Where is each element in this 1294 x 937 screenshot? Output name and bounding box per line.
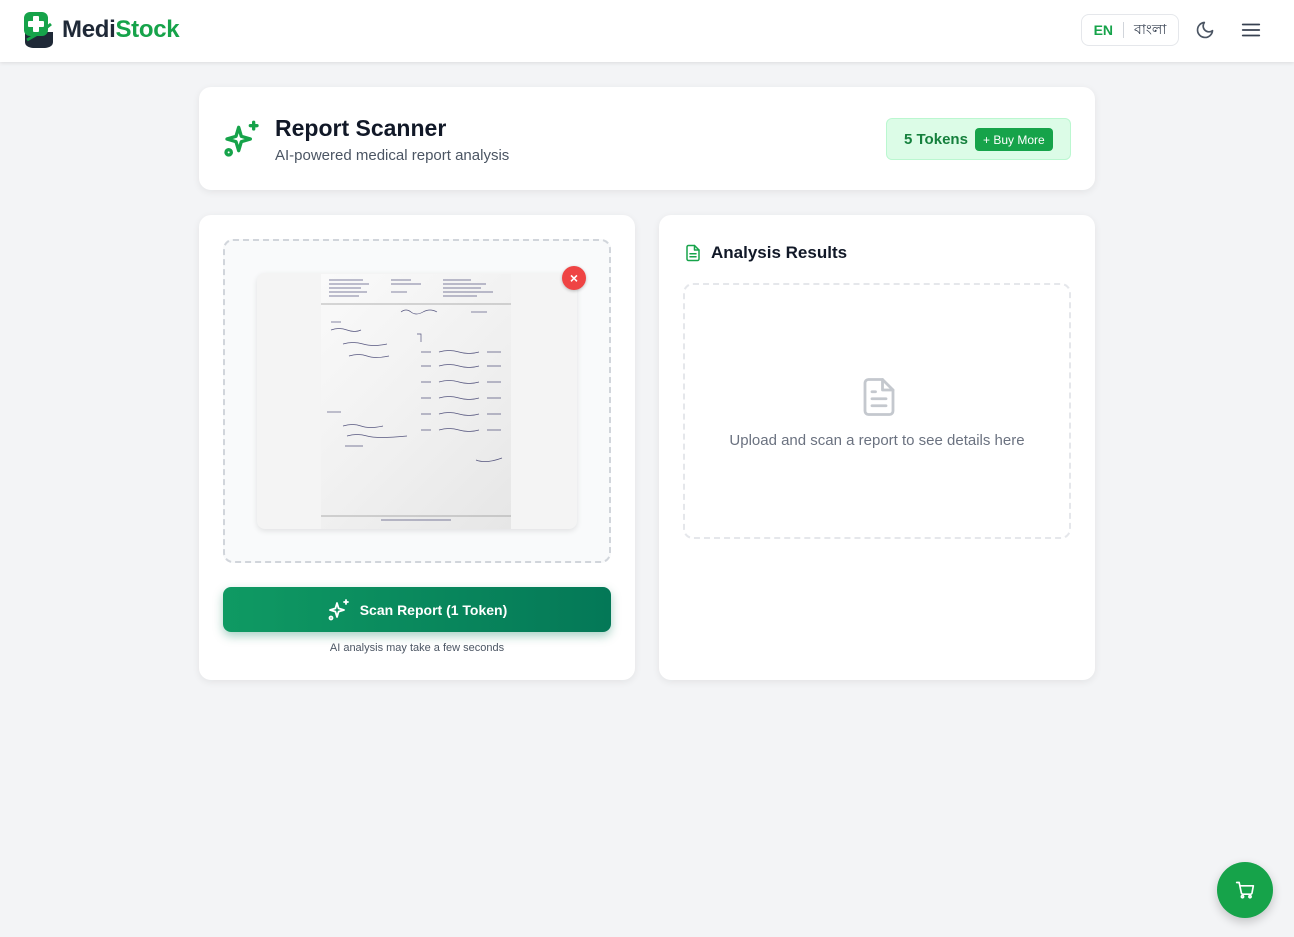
- theme-toggle-button[interactable]: [1191, 16, 1219, 44]
- cart-icon: [1235, 881, 1255, 899]
- report-image: [321, 274, 511, 529]
- page-title: Report Scanner: [275, 115, 447, 141]
- scanner-header-card: Report Scanner AI-powered medical report…: [199, 87, 1095, 190]
- brand-name-part1: Medi: [62, 16, 116, 43]
- results-empty-state: Upload and scan a report to see details …: [683, 283, 1071, 539]
- scan-report-button[interactable]: Scan Report (1 Token): [223, 587, 611, 632]
- language-switcher: EN বাংলা: [1081, 14, 1179, 46]
- document-icon: [686, 244, 700, 262]
- upload-card: × Scan Report (1 Token) AI analysis may …: [199, 215, 635, 680]
- brand-logo[interactable]: MediStock: [21, 10, 180, 50]
- remove-image-button[interactable]: ×: [562, 266, 586, 290]
- hamburger-menu-icon: [1241, 23, 1261, 37]
- results-title: Analysis Results: [711, 243, 848, 262]
- logo-icon: [24, 12, 53, 48]
- token-count: 5 Tokens: [904, 130, 968, 148]
- page-subtitle: AI-powered medical report analysis: [275, 147, 510, 164]
- results-card: Analysis Results Upload and scan a repor…: [659, 215, 1095, 680]
- scan-report-label: Scan Report (1 Token): [359, 601, 508, 618]
- sparkles-icon: [328, 598, 349, 620]
- results-header: Analysis Results: [684, 243, 847, 263]
- sparkles-icon: [224, 120, 259, 157]
- report-preview: [257, 273, 577, 529]
- results-empty-text: Upload and scan a report to see details …: [729, 432, 1025, 449]
- token-balance-badge: 5 Tokens + Buy More: [886, 118, 1071, 160]
- lang-en-option[interactable]: EN: [1094, 22, 1113, 38]
- lang-bn-option[interactable]: বাংলা: [1134, 18, 1166, 42]
- brand-name: MediStock: [62, 16, 180, 44]
- lang-divider: [1123, 22, 1125, 38]
- upload-dropzone[interactable]: ×: [223, 239, 611, 563]
- document-placeholder-icon: [863, 378, 895, 416]
- menu-button[interactable]: [1237, 16, 1265, 44]
- moon-icon: [1196, 21, 1214, 39]
- top-navbar: MediStock EN বাংলা: [0, 0, 1294, 62]
- cart-button[interactable]: [1217, 862, 1273, 918]
- buy-more-button[interactable]: + Buy More: [975, 128, 1053, 151]
- scan-note: AI analysis may take a few seconds: [329, 642, 505, 654]
- brand-name-part2: Stock: [115, 16, 180, 43]
